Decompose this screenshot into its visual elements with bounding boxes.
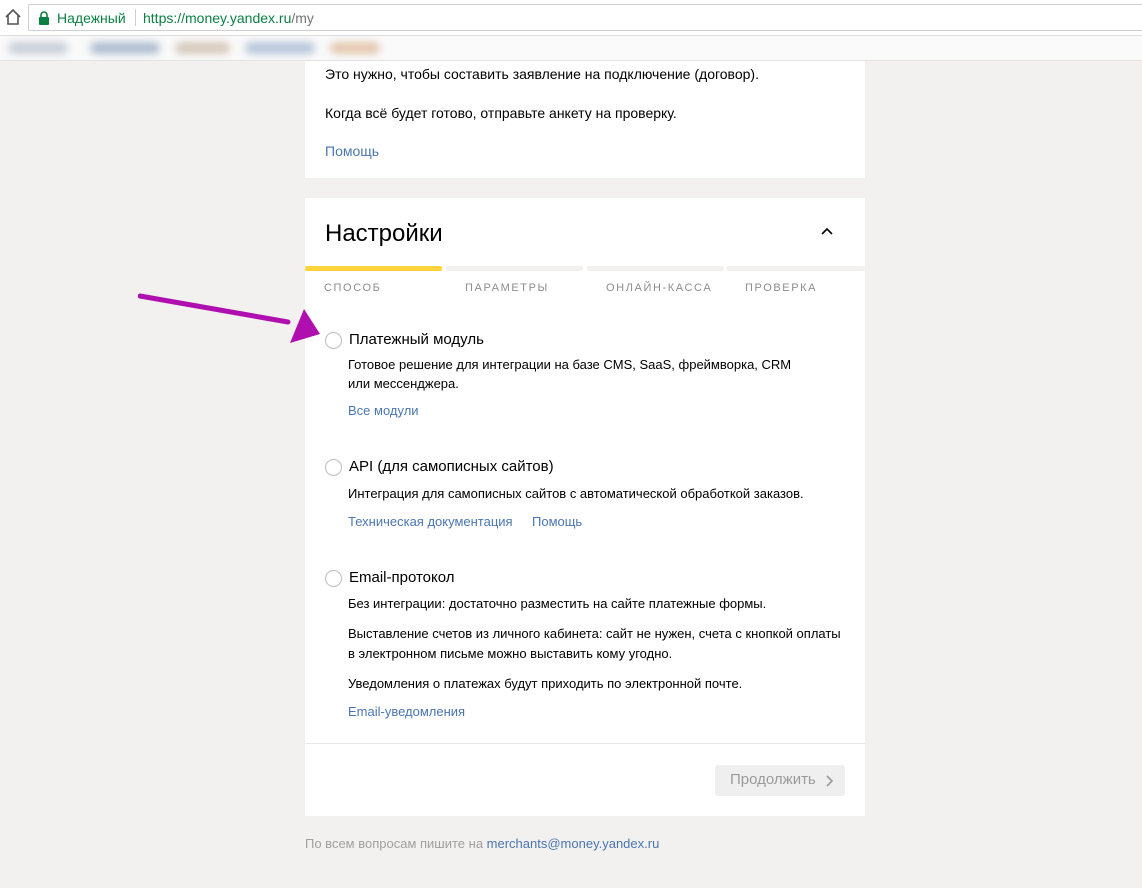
settings-card: Настройки СПОСОБ ПАРАМЕТРЫ ОНЛАЙН-КАССА … <box>305 198 865 816</box>
option-description: Интеграция для самописных сайтов с автом… <box>348 486 804 501</box>
option-description: Уведомления о платежах будут приходить п… <box>348 676 743 691</box>
option-api: API (для самописных сайтов) Интеграция д… <box>325 458 855 538</box>
footer-contact: По всем вопросам пишите на merchants@mon… <box>305 836 659 851</box>
option-title[interactable]: API (для самописных сайтов) <box>349 458 554 475</box>
option-title[interactable]: Платежный модуль <box>349 331 484 348</box>
intro-text: Когда всё будет готово, отправьте анкету… <box>325 105 677 121</box>
step-bar <box>587 266 724 271</box>
tech-docs-link[interactable]: Техническая документация <box>348 514 513 529</box>
all-modules-link[interactable]: Все модули <box>348 403 419 418</box>
intro-text: Это нужно, чтобы составить заявление на … <box>325 66 759 82</box>
radio-email-protocol[interactable] <box>325 570 342 587</box>
radio-api[interactable] <box>325 459 342 476</box>
step-online-kassa: ОНЛАЙН-КАССА <box>587 266 724 294</box>
browser-toolbar: Надежный https://money.yandex.ru/my <box>0 0 1142 36</box>
step-bar <box>726 266 865 271</box>
help-link[interactable]: Помощь <box>532 514 582 529</box>
annotation-arrow-icon <box>138 293 320 343</box>
step-progress: СПОСОБ ПАРАМЕТРЫ ОНЛАЙН-КАССА ПРОВЕРКА <box>305 266 865 298</box>
option-email-protocol: Email-протокол Без интеграции: достаточн… <box>325 569 855 729</box>
divider <box>135 9 136 26</box>
footer-text: По всем вопросам пишите на <box>305 836 487 851</box>
step-label: ОНЛАЙН-КАССА <box>606 282 713 294</box>
url-text[interactable]: https://money.yandex.ru/my <box>143 10 314 26</box>
address-bar[interactable]: Надежный https://money.yandex.ru/my <box>28 4 1142 31</box>
continue-button[interactable]: Продолжить <box>715 765 845 796</box>
email-notifications-link[interactable]: Email-уведомления <box>348 704 465 719</box>
option-description: Выставление счетов из личного кабинета: … <box>348 626 841 641</box>
option-payment-module: Платежный модуль Готовое решение для инт… <box>325 331 855 421</box>
intro-card: Это нужно, чтобы составить заявление на … <box>305 61 865 178</box>
step-review: ПРОВЕРКА <box>726 266 865 294</box>
option-description: в электронном письме можно выставить ком… <box>348 646 673 661</box>
option-title[interactable]: Email-протокол <box>349 569 455 586</box>
step-label: СПОСОБ <box>324 282 382 294</box>
settings-title: Настройки <box>325 220 443 247</box>
step-bar <box>446 266 583 271</box>
chevron-right-icon <box>826 775 833 787</box>
chevron-up-icon[interactable] <box>818 224 836 238</box>
lock-icon <box>39 11 49 25</box>
help-link[interactable]: Помощь <box>325 143 379 159</box>
home-icon[interactable] <box>4 8 22 26</box>
step-label: ПАРАМЕТРЫ <box>465 282 549 294</box>
option-description: Без интеграции: достаточно разместить на… <box>348 596 767 611</box>
bookmarks-bar <box>0 36 1142 61</box>
option-description: Готовое решение для интеграции на базе C… <box>348 357 792 372</box>
divider <box>305 743 865 744</box>
support-email-link[interactable]: merchants@money.yandex.ru <box>487 836 660 851</box>
step-bar <box>305 266 442 271</box>
secure-label: Надежный <box>57 10 126 26</box>
step-label: ПРОВЕРКА <box>745 282 818 294</box>
continue-label: Продолжить <box>730 771 816 788</box>
step-parameters: ПАРАМЕТРЫ <box>446 266 583 294</box>
option-description: или мессенджера. <box>348 376 459 391</box>
